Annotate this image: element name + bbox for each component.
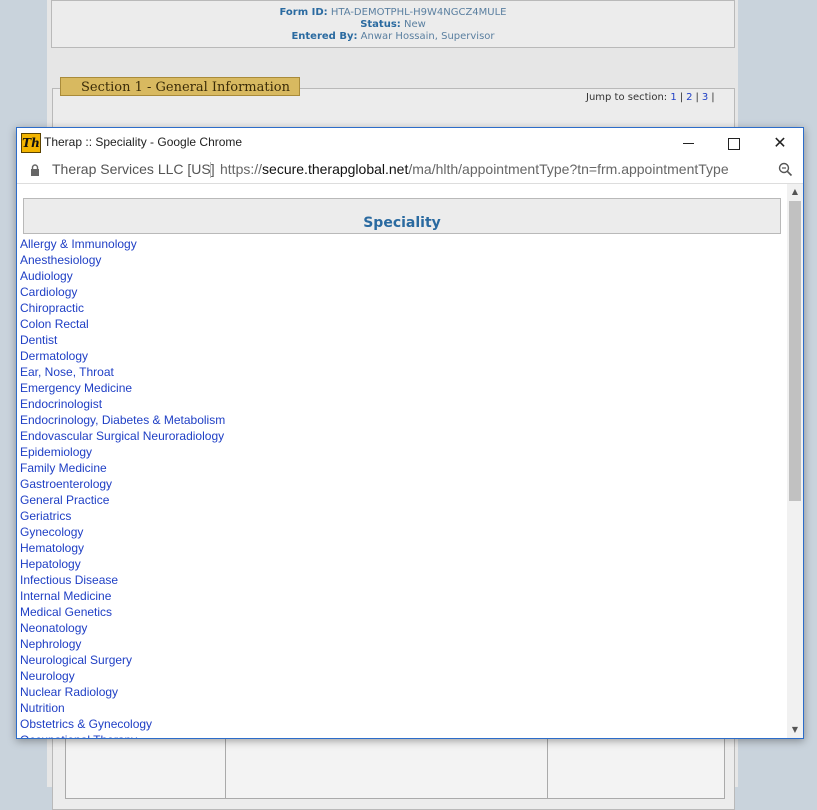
scroll-thumb[interactable]: [789, 201, 801, 501]
speciality-link[interactable]: Neonatology: [20, 620, 225, 636]
url-path: /ma/hlth/appointmentType?tn=frm.appointm…: [408, 161, 729, 177]
form-header: Form ID: HTA-DEMOTPHL-H9W4NGCZ4MULE Stat…: [51, 0, 735, 48]
lock-icon: [31, 164, 39, 176]
background-field-c: [547, 737, 725, 799]
speciality-link[interactable]: Medical Genetics: [20, 604, 225, 620]
speciality-link[interactable]: Colon Rectal: [20, 316, 225, 332]
speciality-link[interactable]: Endocrinology, Diabetes & Metabolism: [20, 412, 225, 428]
section-tab[interactable]: Section 1 - General Information: [60, 77, 300, 96]
speciality-link[interactable]: Infectious Disease: [20, 572, 225, 588]
jump-to-section: Jump to section: 1 | 2 | 3 |: [586, 92, 715, 103]
zoom-icon[interactable]: [778, 162, 793, 177]
address-url[interactable]: https://secure.therapglobal.net/ma/hlth/…: [220, 161, 729, 177]
speciality-link[interactable]: Neurological Surgery: [20, 652, 225, 668]
speciality-list: Allergy & Immunology Anesthesiology Audiol…: [20, 236, 225, 738]
speciality-link[interactable]: Audiology: [20, 268, 225, 284]
entered-by-label: Entered By:: [291, 31, 358, 42]
jump-link-3[interactable]: 3: [702, 92, 708, 103]
form-id-value: HTA-DEMOTPHL-H9W4NGCZ4MULE: [330, 7, 507, 18]
speciality-link[interactable]: Anesthesiology: [20, 252, 225, 268]
speciality-link[interactable]: Neurology: [20, 668, 225, 684]
speciality-header: Speciality: [23, 198, 781, 234]
address-bar[interactable]: Therap Services LLC [US] https://secure.…: [17, 157, 803, 184]
speciality-link[interactable]: Hematology: [20, 540, 225, 556]
speciality-link[interactable]: Nephrology: [20, 636, 225, 652]
speciality-link[interactable]: Nuclear Radiology: [20, 684, 225, 700]
speciality-link[interactable]: Epidemiology: [20, 444, 225, 460]
speciality-link[interactable]: Family Medicine: [20, 460, 225, 476]
speciality-link[interactable]: Obstetrics & Gynecology: [20, 716, 225, 732]
vertical-scrollbar[interactable]: ▲ ▼: [787, 184, 803, 738]
speciality-link[interactable]: Ear, Nose, Throat: [20, 364, 225, 380]
address-divider: [210, 162, 211, 178]
speciality-link[interactable]: Endovascular Surgical Neuroradiology: [20, 428, 225, 444]
speciality-link[interactable]: Internal Medicine: [20, 588, 225, 604]
site-identity[interactable]: Therap Services LLC [US]: [52, 161, 215, 177]
window-titlebar[interactable]: Th Therap :: Speciality - Google Chrome …: [17, 128, 803, 157]
speciality-link[interactable]: Gastroenterology: [20, 476, 225, 492]
jump-label: Jump to section:: [586, 92, 668, 103]
speciality-link[interactable]: Dentist: [20, 332, 225, 348]
speciality-link[interactable]: Gynecology: [20, 524, 225, 540]
form-id-label: Form ID:: [279, 7, 328, 18]
speciality-link[interactable]: Occupational Therapy: [20, 732, 225, 738]
background-field-a: [65, 737, 227, 799]
close-button[interactable]: ✕: [757, 128, 803, 157]
window-title: Therap :: Speciality - Google Chrome: [44, 135, 243, 149]
url-host: secure.therapglobal.net: [262, 161, 409, 177]
background-textarea: [225, 737, 549, 799]
close-icon: ✕: [773, 133, 787, 152]
speciality-link[interactable]: Cardiology: [20, 284, 225, 300]
maximize-icon: [728, 137, 740, 150]
scroll-down-icon[interactable]: ▼: [787, 722, 803, 738]
speciality-link[interactable]: Chiropractic: [20, 300, 225, 316]
speciality-link[interactable]: Allergy & Immunology: [20, 236, 225, 252]
speciality-link[interactable]: General Practice: [20, 492, 225, 508]
minimize-icon: [682, 143, 694, 144]
speciality-link[interactable]: Hepatology: [20, 556, 225, 572]
speciality-link[interactable]: Dermatology: [20, 348, 225, 364]
speciality-link[interactable]: Nutrition: [20, 700, 225, 716]
popup-content: Speciality Allergy & Immunology Anesthesi…: [17, 184, 788, 738]
jump-link-1[interactable]: 1: [670, 92, 676, 103]
jump-link-2[interactable]: 2: [686, 92, 692, 103]
speciality-popup-window: Th Therap :: Speciality - Google Chrome …: [16, 127, 804, 739]
entered-by-value: Anwar Hossain, Supervisor: [360, 31, 495, 42]
scroll-up-icon[interactable]: ▲: [787, 184, 803, 200]
status-label: Status:: [360, 19, 401, 30]
minimize-button[interactable]: [665, 128, 711, 157]
maximize-button[interactable]: [711, 128, 757, 157]
therap-app-icon: Th: [21, 133, 41, 153]
status-value: New: [403, 19, 426, 30]
speciality-link[interactable]: Geriatrics: [20, 508, 225, 524]
speciality-link[interactable]: Emergency Medicine: [20, 380, 225, 396]
url-scheme: https://: [220, 161, 263, 177]
speciality-link[interactable]: Endocrinologist: [20, 396, 225, 412]
